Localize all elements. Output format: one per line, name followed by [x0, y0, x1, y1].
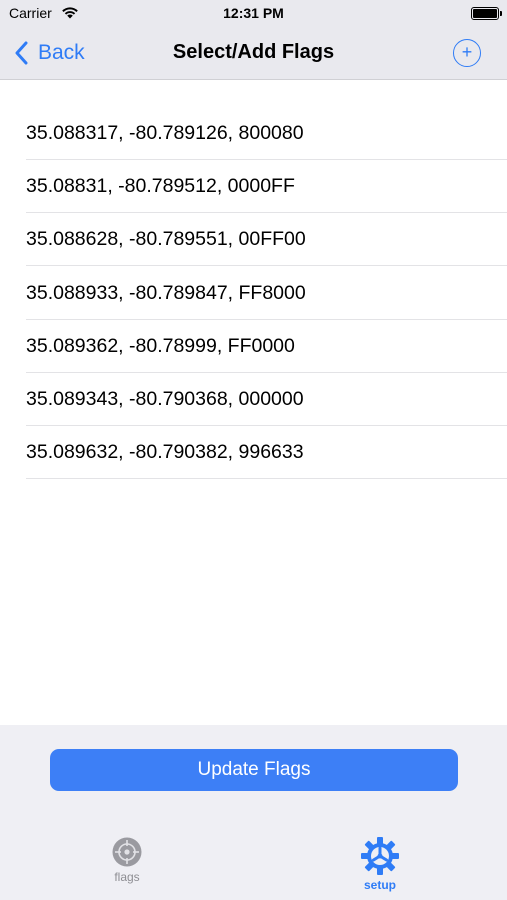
update-flags-button[interactable]: Update Flags [50, 749, 458, 791]
status-bar: Carrier 12:31 PM [0, 0, 507, 28]
flag-list-item[interactable]: 35.089343, -80.790368, 000000 [26, 373, 507, 426]
flag-list-item[interactable]: 35.08831, -80.789512, 0000FF [26, 160, 507, 213]
tab-bar: flags setup [0, 836, 507, 900]
tab-setup[interactable]: setup [320, 836, 440, 892]
tab-flags[interactable]: flags [67, 836, 187, 884]
tab-setup-label: setup [363, 878, 396, 892]
battery-icon [471, 7, 502, 20]
flag-list-item[interactable]: 35.089362, -80.78999, FF0000 [26, 320, 507, 373]
add-flag-button[interactable]: + [453, 39, 481, 67]
navigation-bar: Back Select/Add Flags + [0, 28, 507, 80]
clock: 12:31 PM [223, 5, 284, 21]
flag-list-item[interactable]: 35.088317, -80.789126, 800080 [26, 107, 507, 160]
tab-flags-label: flags [114, 870, 140, 884]
flag-list: 35.088317, -80.789126, 800080 35.08831, … [0, 80, 507, 725]
flag-list-item[interactable]: 35.088628, -80.789551, 00FF00 [26, 213, 507, 266]
gear-icon [361, 837, 399, 875]
flag-list-item[interactable]: 35.089632, -80.790382, 996633 [26, 426, 507, 479]
page-title: Select/Add Flags [172, 41, 335, 63]
flag-list-item[interactable]: 35.088933, -80.789847, FF8000 [26, 267, 507, 320]
target-icon [112, 837, 142, 867]
